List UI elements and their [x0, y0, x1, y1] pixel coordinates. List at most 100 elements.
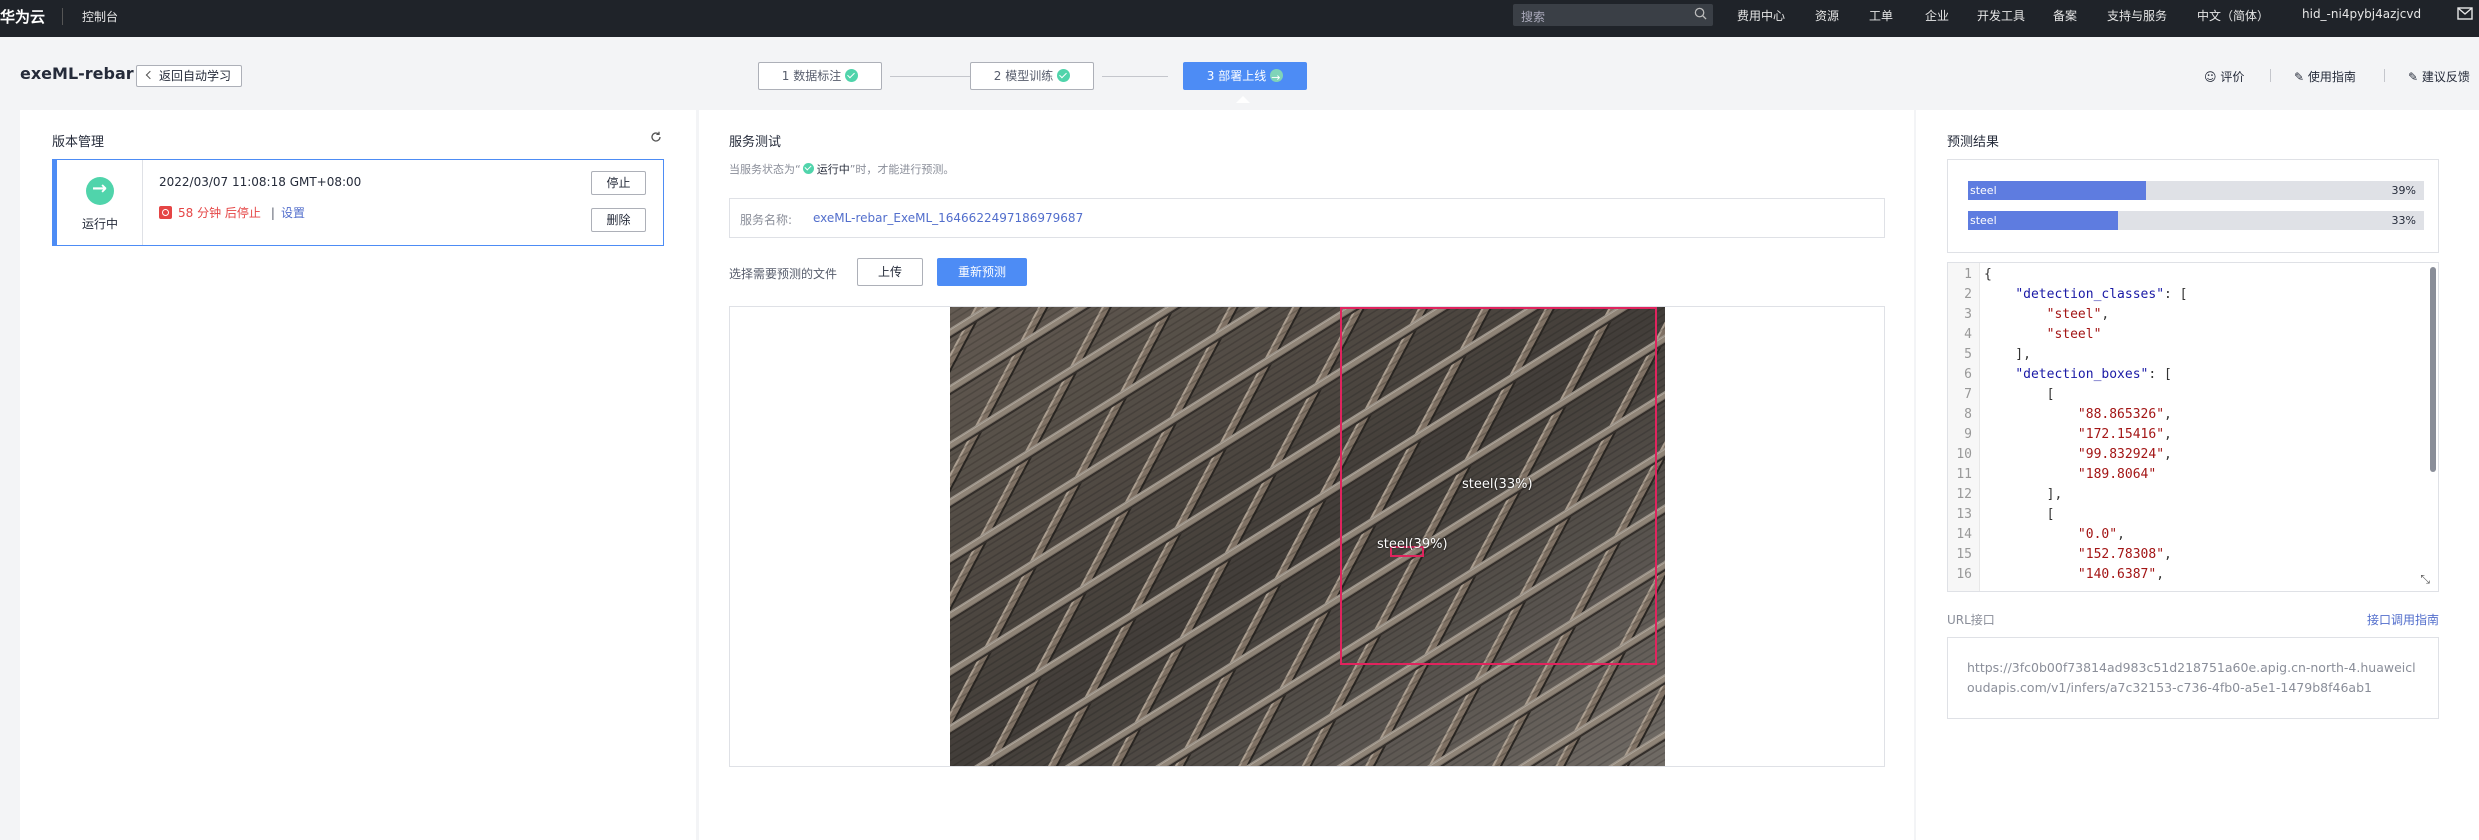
result-percent: 39% [2391, 184, 2416, 197]
top-bar: 华为云 控制台 搜索 费用中心 资源 工单 企业 开发工具 备案 支持与服务 中… [0, 0, 2479, 37]
back-button-label: 返回自动学习 [159, 69, 232, 83]
detection-label: steel(39%) [1377, 537, 1448, 552]
result-bar: steel 33% [1968, 211, 2424, 230]
result-label: steel [1970, 214, 1997, 227]
arrow-circle-icon [1270, 65, 1284, 91]
code-line: 2 "detection_classes": [ [1964, 287, 2188, 302]
result-label: steel [1970, 184, 1997, 197]
stop-warning: 58 分钟 后停止 | 设置 [159, 204, 305, 221]
chevron-left-icon [145, 70, 155, 80]
prediction-preview: steel(33%) steel(39%) [729, 306, 1885, 767]
hint-suffix: ”时，才能进行预测。 [849, 163, 955, 176]
user-menu[interactable]: hid_-ni4pybj4azjcvd [2302, 7, 2421, 21]
divider [2384, 69, 2385, 82]
mail-icon[interactable] [2457, 7, 2473, 20]
step-pointer [1236, 96, 1250, 103]
divider: | [270, 206, 275, 220]
guide-link[interactable]: ✎ 使用指南 [2294, 68, 2356, 85]
smile-icon: ☺ [2204, 70, 2217, 84]
code-line: 16 "140.6387", [1956, 567, 2165, 582]
console-link[interactable]: 控制台 [82, 8, 118, 25]
refresh-icon[interactable] [650, 131, 662, 143]
code-line: 1{ [1964, 267, 1992, 282]
step-label: 2 模型训练 [993, 69, 1054, 83]
nav-tickets[interactable]: 工单 [1869, 7, 1893, 24]
stop-button[interactable]: 停止 [591, 171, 646, 195]
divider [62, 8, 63, 25]
running-icon [86, 177, 114, 205]
upload-button[interactable]: 上传 [857, 258, 923, 286]
result-percent: 33% [2391, 214, 2416, 227]
stop-warning-text: 58 分钟 后停止 [178, 206, 261, 220]
nav-enterprise[interactable]: 企业 [1925, 7, 1949, 24]
check-circle-icon [845, 69, 859, 82]
service-name-label: 服务名称: [740, 213, 793, 227]
brand-logo[interactable]: 华为云 [0, 6, 45, 27]
search-input[interactable]: 搜索 [1513, 4, 1713, 26]
step-connector [1102, 76, 1168, 77]
code-line: 11 "189.8064" [1956, 467, 2157, 482]
url-label: URL接口 [1947, 613, 1995, 627]
nav-support[interactable]: 支持与服务 [2107, 7, 2167, 24]
code-line: 10 "99.832924", [1956, 447, 2172, 462]
service-test-title: 服务测试 [729, 135, 782, 150]
url-field[interactable]: https://3fc0b00f73814ad983c51d218751a60e… [1947, 637, 2439, 719]
settings-link[interactable]: 设置 [281, 206, 305, 220]
power-icon [159, 206, 172, 219]
guide-label: 使用指南 [2307, 70, 2356, 84]
feedback-label: 建议反馈 [2421, 70, 2470, 84]
page-title: exeML-rebar [20, 64, 134, 83]
check-circle-icon [1057, 69, 1071, 82]
resize-handle-icon[interactable]: ⤡ [2420, 572, 2430, 587]
version-card[interactable]: 运行中 2022/03/07 11:08:18 GMT+08:00 58 分钟 … [52, 159, 664, 246]
search-icon[interactable] [1694, 7, 1707, 20]
code-line: 13 [ [1956, 507, 2055, 522]
prediction-results: steel 39% steel 33% [1947, 159, 2439, 253]
service-hint: 当服务状态为“ 运行中”时，才能进行预测。 [729, 161, 954, 177]
divider [2270, 69, 2271, 82]
nav-resources[interactable]: 资源 [1815, 7, 1839, 24]
nav-billing[interactable]: 费用中心 [1737, 7, 1785, 24]
code-line: 4 "steel" [1964, 327, 2102, 342]
nav-filing[interactable]: 备案 [2053, 7, 2077, 24]
code-line: 5 ], [1964, 347, 2031, 362]
check-circle-icon [802, 163, 814, 174]
code-line: 6 "detection_boxes": [ [1964, 367, 2172, 382]
status-column: 运行中 [57, 160, 143, 245]
prediction-title: 预测结果 [1947, 135, 2000, 150]
back-button[interactable]: 返回自动学习 [136, 65, 243, 87]
code-line: 12 ], [1956, 487, 2063, 502]
code-line: 15 "152.78308", [1956, 547, 2172, 562]
version-panel-title: 版本管理 [52, 135, 105, 150]
edit-icon: ✎ [2294, 70, 2305, 84]
step-deployment[interactable]: 3 部署上线 [1183, 62, 1307, 91]
api-guide-link[interactable]: 接口调用指南 [2367, 611, 2439, 628]
nav-language[interactable]: 中文（简体） [2197, 7, 2269, 24]
step-label: 1 数据标注 [781, 69, 842, 83]
step-model-training[interactable]: 2 模型训练 [970, 62, 1094, 90]
nav-devtools[interactable]: 开发工具 [1977, 7, 2025, 24]
service-name-value[interactable]: exeML-rebar_ExeML_1646622497186979687 [813, 211, 1083, 225]
step-data-labeling[interactable]: 1 数据标注 [758, 62, 882, 90]
rate-link[interactable]: ☺ 评价 [2204, 68, 2244, 85]
result-bar: steel 39% [1968, 181, 2424, 200]
scrollbar[interactable] [2430, 267, 2436, 472]
detection-label: steel(33%) [1462, 477, 1533, 492]
rate-label: 评价 [2220, 70, 2245, 84]
json-result-editor[interactable]: 1{2 "detection_classes": [3 "steel", 4 "s… [1947, 262, 2439, 592]
version-datetime: 2022/03/07 11:08:18 GMT+08:00 [159, 175, 362, 189]
code-line: 14 "0.0", [1956, 527, 2125, 542]
rebar-image: steel(33%) steel(39%) [950, 307, 1665, 766]
hint-status: 运行中 [816, 163, 850, 176]
file-select-label: 选择需要预测的文件 [729, 267, 838, 281]
service-name-field: 服务名称: exeML-rebar_ExeML_1646622497186979… [729, 198, 1885, 238]
code-line: 8 "88.865326", [1964, 407, 2172, 422]
rebar-mesh-photo [950, 307, 1665, 766]
delete-button[interactable]: 删除 [591, 208, 646, 232]
page-header: exeML-rebar 返回自动学习 1 数据标注 2 模型训练 3 部署上线 … [0, 37, 2479, 110]
search-placeholder: 搜索 [1521, 10, 1546, 24]
feedback-link[interactable]: ✎ 建议反馈 [2408, 68, 2470, 85]
repredict-button[interactable]: 重新预测 [937, 258, 1027, 286]
code-line: 7 [ [1964, 387, 2055, 402]
hint-prefix: 当服务状态为“ [729, 163, 801, 176]
